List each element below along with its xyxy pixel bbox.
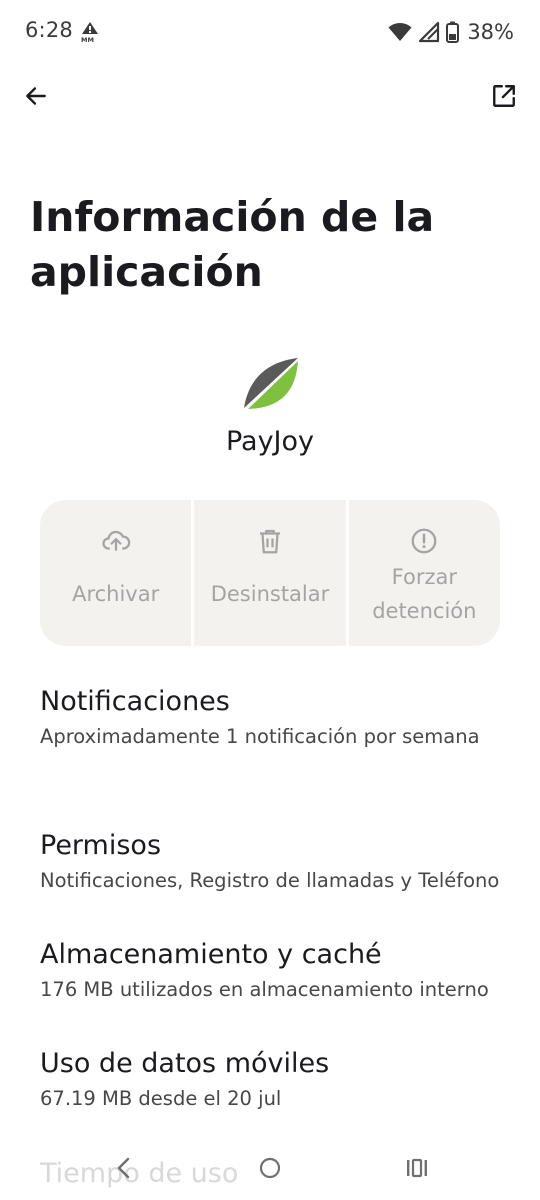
page-title: Información de la aplicación xyxy=(30,193,435,296)
svg-text:MM: MM xyxy=(81,36,94,43)
trash-icon xyxy=(255,526,285,556)
setting-title: Notificaciones xyxy=(40,686,230,717)
status-time: 6:28 xyxy=(25,18,73,42)
battery-percent: 38% xyxy=(467,20,514,44)
nav-home-icon[interactable] xyxy=(250,1150,290,1186)
setting-storage[interactable]: Almacenamiento y caché 176 MB utilizados… xyxy=(40,937,500,1007)
nav-back-icon[interactable] xyxy=(104,1150,144,1186)
status-bar: 6:28 MM 38% xyxy=(0,0,540,64)
nav-recents-icon[interactable] xyxy=(397,1150,437,1186)
setting-notifications[interactable]: Notificaciones Aproximadamente 1 notific… xyxy=(40,684,500,754)
arrow-left-icon xyxy=(23,83,49,113)
setting-summary: 67.19 MB desde el 20 jul xyxy=(40,1087,282,1110)
open-in-new-icon xyxy=(491,83,517,113)
carrier-alert-icon: MM xyxy=(80,21,100,44)
setting-title: Permisos xyxy=(40,830,162,861)
wifi-icon xyxy=(388,22,412,42)
signal-icon xyxy=(418,21,440,43)
status-icons: 38% xyxy=(388,19,514,45)
app-name: PayJoy xyxy=(225,426,315,457)
app-actions: Archivar Desinstalar Forzar detención xyxy=(40,500,500,646)
setting-title: Uso de datos móviles xyxy=(40,1048,330,1079)
archive-button[interactable]: Archivar xyxy=(40,500,192,646)
setting-title: Almacenamiento y caché xyxy=(40,939,382,970)
back-button[interactable] xyxy=(16,78,56,118)
setting-summary: 176 MB utilizados en almacenamiento inte… xyxy=(40,978,489,1001)
setting-mobile-data[interactable]: Uso de datos móviles 67.19 MB desde el 2… xyxy=(40,1046,500,1116)
setting-summary: Aproximadamente 1 notificación por seman… xyxy=(40,725,480,748)
uninstall-label: Desinstalar xyxy=(210,582,330,606)
setting-summary: Notificaciones, Registro de llamadas y T… xyxy=(40,869,500,892)
open-app-button[interactable] xyxy=(484,78,524,118)
force-stop-label: Forzar detención xyxy=(372,565,477,623)
cloud-upload-icon xyxy=(101,526,131,556)
force-stop-button[interactable]: Forzar detención xyxy=(348,500,500,646)
alert-circle-icon xyxy=(409,526,439,556)
setting-permissions[interactable]: Permisos Notificaciones, Registro de lla… xyxy=(40,828,500,898)
navigation-bar xyxy=(0,1138,540,1200)
battery-icon xyxy=(446,21,460,43)
app-icon xyxy=(242,356,298,410)
archive-label: Archivar xyxy=(72,582,160,606)
uninstall-button[interactable]: Desinstalar xyxy=(194,500,346,646)
